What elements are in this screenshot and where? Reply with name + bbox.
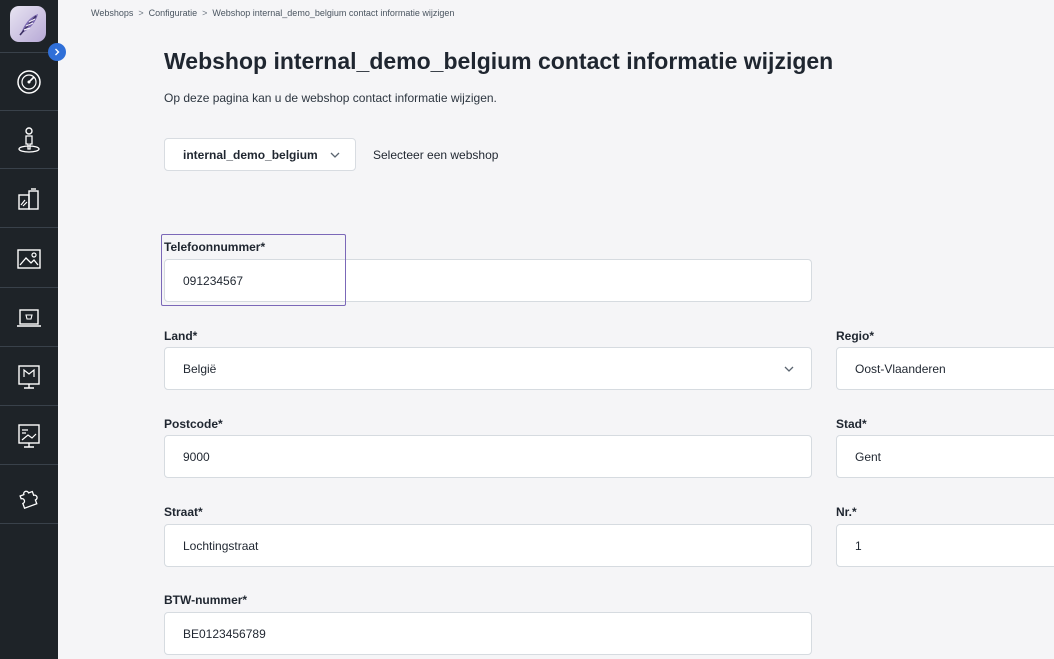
user-icon [18, 126, 40, 153]
city-value: Gent [855, 449, 882, 464]
vat-label: BTW-nummer* [164, 593, 248, 607]
country-value: België [183, 361, 217, 376]
number-value: 1 [855, 538, 862, 553]
webshop-select[interactable]: internal_demo_belgium [164, 138, 356, 171]
image-icon [17, 248, 41, 269]
chevron-right-icon [55, 48, 60, 56]
breadcrumb-item-configuratie[interactable]: Configuratie [149, 8, 198, 18]
sidebar [0, 0, 58, 659]
sidebar-item-marketing[interactable] [0, 348, 58, 406]
street-value: Lochtingstraat [183, 538, 259, 553]
feather-logo-icon [19, 14, 38, 36]
products-icon [18, 187, 39, 210]
region-value: Oost-Vlaanderen [855, 361, 946, 376]
sidebar-item-products[interactable] [0, 170, 58, 228]
country-select[interactable]: België [164, 347, 812, 390]
sidebar-item-media[interactable] [0, 230, 58, 288]
phone-value: 091234567 [183, 273, 244, 288]
dashboard-icon [17, 69, 41, 94]
sidebar-expand-button[interactable] [48, 43, 66, 61]
phone-field[interactable]: 091234567 [164, 259, 812, 302]
vat-field[interactable]: BE0123456789 [164, 612, 812, 655]
breadcrumb-separator: > [202, 8, 208, 18]
country-label: Land* [164, 329, 198, 343]
region-field[interactable]: Oost-Vlaanderen [836, 347, 1054, 390]
marketing-icon [18, 364, 40, 389]
breadcrumb-item-webshops[interactable]: Webshops [91, 8, 133, 18]
phone-label: Telefoonnummer* [164, 240, 266, 254]
puzzle-icon [19, 490, 38, 509]
main-content: Webshops > Configuratie > Webshop internal_d… [58, 0, 1054, 659]
breadcrumb-separator: > [138, 8, 144, 18]
number-field[interactable]: 1 [836, 524, 1054, 567]
street-label: Straat* [164, 505, 203, 519]
city-label: Stad* [836, 417, 867, 431]
sidebar-item-plugins[interactable] [0, 466, 58, 524]
webshop-select-value: internal_demo_belgium [183, 147, 318, 162]
page-subtitle: Op deze pagina kan u de webshop contact … [164, 91, 497, 105]
webshop-icon [17, 308, 41, 327]
postcode-value: 9000 [183, 449, 210, 464]
breadcrumb-item-current: Webshop internal_demo_belgium contact in… [212, 8, 455, 18]
presentation-icon [18, 423, 40, 448]
sidebar-item-users[interactable] [0, 111, 58, 169]
sidebar-item-dashboard[interactable] [0, 53, 58, 111]
chevron-down-icon [330, 152, 340, 158]
vat-value: BE0123456789 [183, 626, 266, 641]
chevron-down-icon [784, 366, 794, 372]
page-title: Webshop internal_demo_belgium contact in… [164, 48, 834, 74]
number-label: Nr.* [836, 505, 857, 519]
region-label: Regio* [836, 329, 875, 343]
webshop-select-label: Selecteer een webshop [373, 148, 499, 162]
breadcrumb: Webshops > Configuratie > Webshop internal_d… [91, 8, 454, 18]
logo[interactable] [10, 6, 46, 42]
city-field[interactable]: Gent [836, 435, 1054, 478]
street-field[interactable]: Lochtingstraat [164, 524, 812, 567]
sidebar-item-presentations[interactable] [0, 407, 58, 465]
sidebar-item-webshop[interactable] [0, 289, 58, 347]
postcode-label: Postcode* [164, 417, 223, 431]
postcode-field[interactable]: 9000 [164, 435, 812, 478]
